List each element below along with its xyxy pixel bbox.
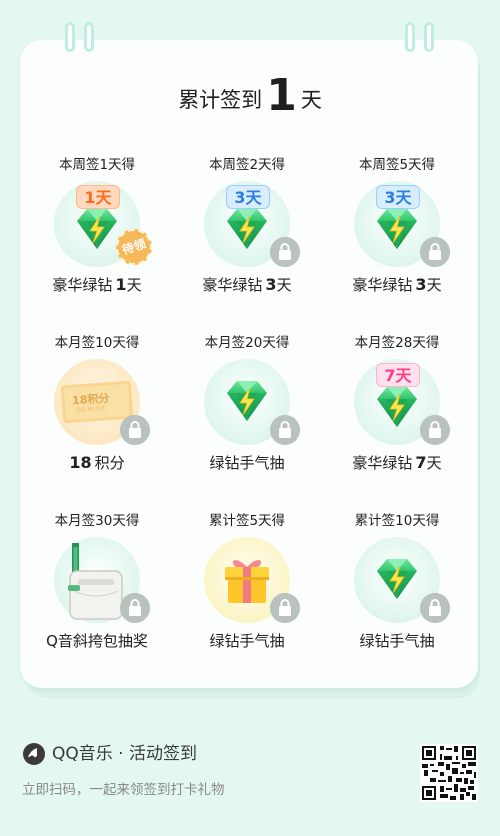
reward-condition: 累计签10天得: [354, 513, 440, 529]
reward-name: 绿钻手气抽: [209, 454, 285, 472]
green-diamond-icon: [376, 558, 418, 600]
reward-item-8[interactable]: 累计签5天得 绿钻手气抽: [172, 511, 322, 652]
reward-condition: 本周签2天得: [208, 157, 286, 173]
reward-condition: 本周签1天得: [58, 157, 136, 173]
reward-icon-circle: 7天: [354, 359, 450, 445]
lock-icon: [270, 237, 300, 267]
reward-item-7[interactable]: 本月签30天得 Q音斜挎包抽奖: [22, 511, 172, 652]
reward-name: 豪华绿钻 3天: [352, 275, 442, 294]
day-badge: 1天: [76, 185, 120, 209]
reward-name: Q音斜挎包抽奖: [46, 632, 148, 650]
reward-item-1[interactable]: 本周签1天得 1天 待领 豪华绿钻 1天: [22, 155, 172, 296]
reward-name: 豪华绿钻 3天: [202, 275, 292, 294]
reward-condition: 本月签20天得: [204, 335, 290, 351]
green-diamond-icon: [226, 208, 268, 250]
reward-name: 绿钻手气抽: [209, 632, 285, 650]
qq-music-logo-icon: [23, 743, 45, 765]
reward-icon-circle: [204, 537, 300, 623]
lock-icon: [120, 415, 150, 445]
footer-brand: QQ音乐 · 活动签到: [52, 744, 197, 764]
green-diamond-icon: [376, 386, 418, 428]
reward-icon-circle: 3天: [204, 181, 300, 267]
reward-item-3[interactable]: 本周签5天得 3天 豪华绿钻 3天: [322, 155, 472, 296]
lock-icon: [420, 237, 450, 267]
reward-grid: 本周签1天得 1天 待领 豪华绿钻 1天 本周签2天得 3天 豪华绿钻 3天 本周签…: [0, 0, 500, 700]
reward-icon-circle: [204, 359, 300, 445]
reward-name: 绿钻手气抽: [359, 632, 435, 650]
reward-condition: 本月签28天得: [354, 335, 440, 351]
day-badge: 3天: [226, 185, 270, 209]
reward-icon-circle: [354, 537, 450, 623]
lock-icon: [420, 593, 450, 623]
qr-code[interactable]: [420, 744, 478, 802]
reward-item-6[interactable]: 本月签28天得 7天 豪华绿钻 7天: [322, 333, 472, 474]
reward-icon-circle: 1天 待领: [54, 181, 157, 270]
day-badge: 3天: [376, 185, 420, 209]
reward-icon-circle: [54, 537, 150, 623]
reward-item-4[interactable]: 本月签10天得 18积分 QQ MUSIC 18 积分: [22, 333, 172, 474]
day-badge: 7天: [376, 363, 420, 387]
lock-icon: [120, 593, 150, 623]
reward-condition: 累计签5天得: [208, 513, 286, 529]
reward-item-2[interactable]: 本周签2天得 3天 豪华绿钻 3天: [172, 155, 322, 296]
footer-subtitle: 立即扫码，一起来领签到打卡礼物: [22, 782, 225, 798]
lock-icon: [420, 415, 450, 445]
lock-icon: [270, 593, 300, 623]
reward-item-5[interactable]: 本月签20天得 绿钻手气抽: [172, 333, 322, 474]
gift-box-icon: [225, 560, 269, 603]
green-diamond-icon: [376, 208, 418, 250]
crossbody-bag-icon: [68, 543, 123, 620]
reward-item-9[interactable]: 累计签10天得 绿钻手气抽: [322, 511, 472, 652]
reward-condition: 本月签10天得: [54, 335, 140, 351]
reward-condition: 本月签30天得: [54, 513, 140, 529]
reward-condition: 本周签5天得: [358, 157, 436, 173]
reward-name: 豪华绿钻 1天: [52, 275, 142, 294]
reward-icon-circle: 18积分 QQ MUSIC: [54, 359, 150, 445]
green-diamond-icon: [226, 380, 268, 422]
reward-name: 豪华绿钻 7天: [352, 453, 442, 472]
lock-icon: [270, 415, 300, 445]
reward-name: 18 积分: [69, 453, 125, 472]
reward-icon-circle: 3天: [354, 181, 450, 267]
